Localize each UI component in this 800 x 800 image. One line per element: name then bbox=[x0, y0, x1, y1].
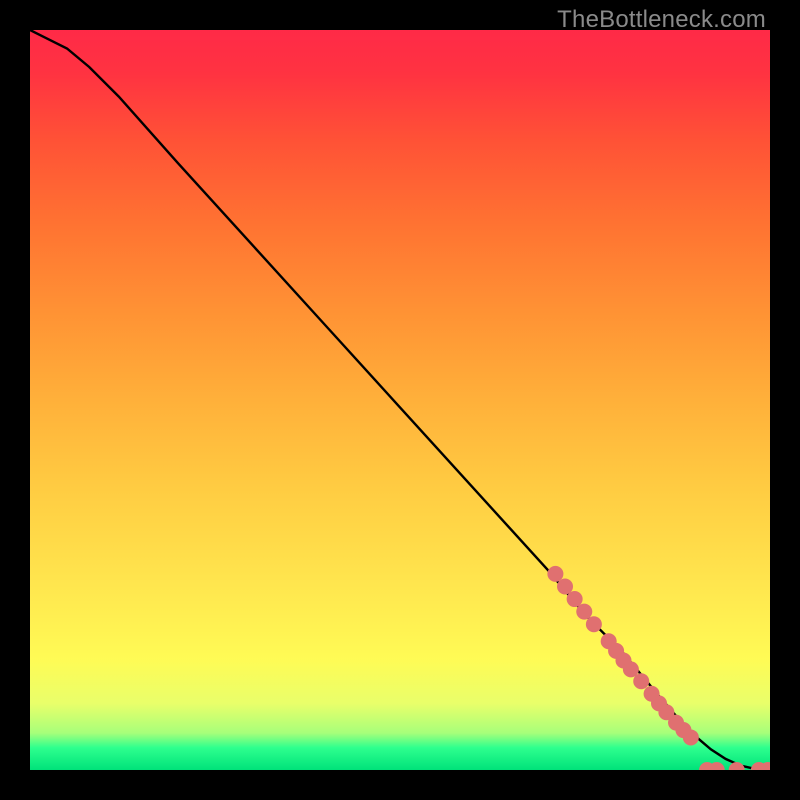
data-marker bbox=[729, 762, 745, 770]
data-marker bbox=[547, 566, 563, 582]
data-marker bbox=[576, 604, 592, 620]
data-marker bbox=[683, 729, 699, 745]
marker-group bbox=[547, 566, 770, 770]
data-marker bbox=[567, 591, 583, 607]
chart-frame: TheBottleneck.com bbox=[0, 0, 800, 800]
watermark-text: TheBottleneck.com bbox=[557, 6, 766, 34]
data-marker bbox=[557, 578, 573, 594]
curve-line bbox=[30, 30, 770, 770]
chart-svg bbox=[30, 30, 770, 770]
data-marker bbox=[586, 616, 602, 632]
data-marker bbox=[633, 673, 649, 689]
